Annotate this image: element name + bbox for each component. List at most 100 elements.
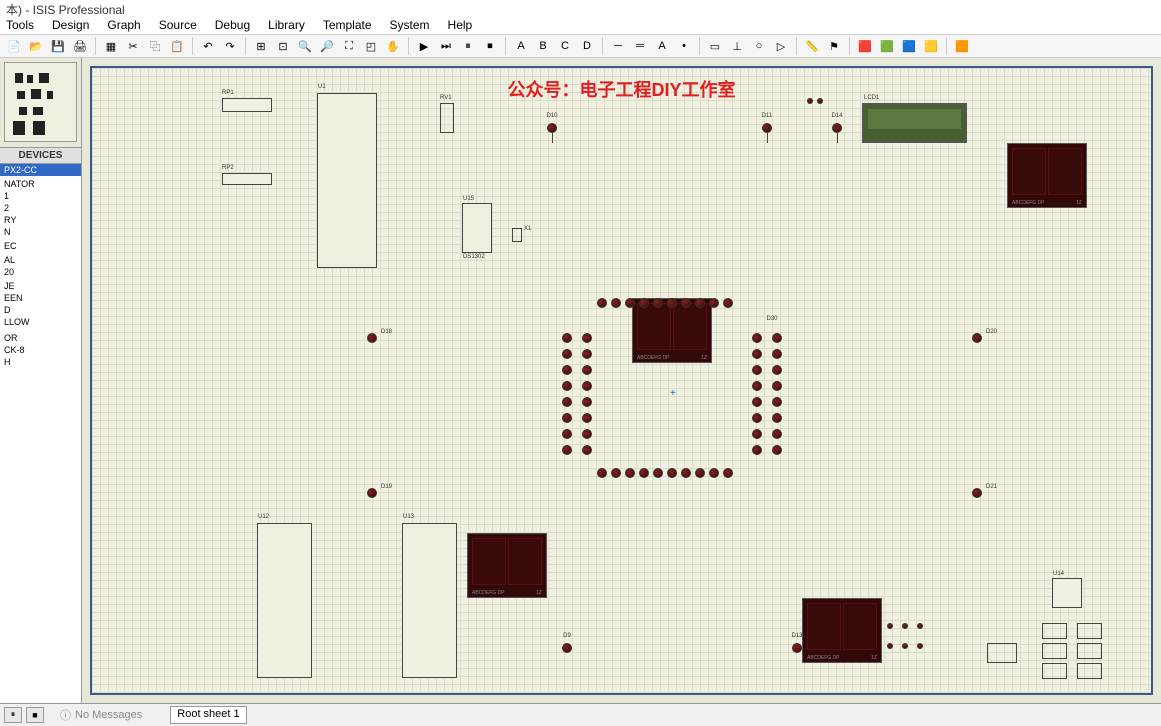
device-item[interactable]: LLOW	[0, 316, 81, 328]
component-d19[interactable]: D19	[367, 488, 377, 498]
menu-graph[interactable]: Graph	[107, 18, 140, 34]
component-d18[interactable]: D18	[367, 333, 377, 343]
sim-stop-icon[interactable]: ■	[26, 707, 44, 723]
toolbar-zoom-in-icon[interactable]: 🔍	[295, 36, 315, 56]
menu-template[interactable]: Template	[323, 18, 372, 34]
led-col-right2[interactable]	[772, 333, 782, 455]
menu-design[interactable]: Design	[52, 18, 89, 34]
component-d14[interactable]: D14	[832, 123, 842, 143]
menu-debug[interactable]: Debug	[215, 18, 250, 34]
toolbar-pin-icon[interactable]: ○	[749, 36, 769, 56]
schematic-sheet[interactable]: 公众号：电子工程DIY工作室 RP1 RP2 U1 RV1	[90, 66, 1153, 695]
status-sheet[interactable]: Root sheet 1	[170, 706, 246, 724]
toolbar-port-icon[interactable]: ▷	[771, 36, 791, 56]
component-d13[interactable]: D13	[792, 643, 802, 653]
toolbar-ruler-icon[interactable]: 📏	[802, 36, 822, 56]
device-item[interactable]: D	[0, 304, 81, 316]
toolbar-zoom-fit-icon[interactable]: ⛶	[339, 36, 359, 56]
device-item[interactable]: RY	[0, 214, 81, 226]
seven-seg-top-right[interactable]: ABCDEFG DP1Z	[1007, 143, 1087, 208]
toolbar-marker-icon[interactable]: ⚑	[824, 36, 844, 56]
menu-system[interactable]: System	[390, 18, 430, 34]
toolbar-print-icon[interactable]: 🖨	[70, 36, 90, 56]
device-item[interactable]: PX2-CC	[0, 164, 81, 176]
toolbar-copy-icon[interactable]: ⿻	[145, 36, 165, 56]
led-col-left2[interactable]	[582, 333, 592, 455]
toolbar-green-icon[interactable]: 🟩	[877, 36, 897, 56]
toolbar-undo-icon[interactable]: ↶	[198, 36, 218, 56]
component-u13[interactable]: U13	[402, 523, 457, 678]
device-list[interactable]: PX2-CCNATOR12RYNECAL20JEEENDLLOWORCK-8H	[0, 164, 81, 703]
component-d11[interactable]: D11	[762, 123, 772, 143]
component-rp2[interactable]: RP2	[222, 173, 272, 185]
gate-6[interactable]	[1077, 663, 1102, 679]
device-item[interactable]: 2	[0, 202, 81, 214]
device-item[interactable]: N	[0, 226, 81, 238]
toolbar-pan-icon[interactable]: ✋	[383, 36, 403, 56]
toolbar-area-icon[interactable]: ▦	[101, 36, 121, 56]
menu-help[interactable]: Help	[448, 18, 473, 34]
gate-u11[interactable]	[987, 643, 1017, 663]
led-col-left[interactable]	[562, 333, 572, 455]
toolbar-paste-icon[interactable]: 📋	[167, 36, 187, 56]
component-x1[interactable]: X1	[512, 228, 522, 242]
menu-library[interactable]: Library	[268, 18, 305, 34]
toolbar-save-icon[interactable]: 💾	[48, 36, 68, 56]
gate-4[interactable]	[1077, 623, 1102, 639]
led-row-bottom[interactable]	[597, 468, 733, 478]
component-lcd1[interactable]: LCD1	[862, 103, 967, 143]
toolbar-A-icon[interactable]: A	[511, 36, 531, 56]
component-d20[interactable]: D20	[972, 333, 982, 343]
toolbar-new-icon[interactable]: 📄	[4, 36, 24, 56]
led-small-5[interactable]	[902, 643, 908, 649]
menu-tools[interactable]: Tools	[6, 18, 34, 34]
toolbar-redo-icon[interactable]: ↷	[220, 36, 240, 56]
led-tiny-1[interactable]	[807, 98, 813, 104]
toolbar-orange-icon[interactable]: 🟧	[952, 36, 972, 56]
toolbar-bus-icon[interactable]: ═	[630, 36, 650, 56]
toolbar-red-icon[interactable]: 🟥	[855, 36, 875, 56]
device-item[interactable]: EEN	[0, 292, 81, 304]
led-tiny-2[interactable]	[817, 98, 823, 104]
device-item[interactable]: NATOR	[0, 178, 81, 190]
component-u14[interactable]: U14	[1052, 578, 1082, 608]
toolbar-C-icon[interactable]: C	[555, 36, 575, 56]
toolbar-zoom-out-icon[interactable]: 🔎	[317, 36, 337, 56]
toolbar-comp-icon[interactable]: ▭	[705, 36, 725, 56]
toolbar-open-icon[interactable]: 📂	[26, 36, 46, 56]
component-rp1[interactable]: RP1	[222, 98, 272, 112]
component-u15[interactable]: U15 DS1302	[462, 203, 492, 253]
led-small-2[interactable]	[902, 623, 908, 629]
led-small-4[interactable]	[887, 643, 893, 649]
device-item[interactable]: OR	[0, 332, 81, 344]
toolbar-step-icon[interactable]: ⏭	[436, 36, 456, 56]
seven-seg-center-left[interactable]: ABCDEFG DP1Z	[467, 533, 547, 598]
toolbar-yellow-icon[interactable]: 🟨	[921, 36, 941, 56]
sim-pause-icon[interactable]: ⏸	[4, 707, 22, 723]
led-small-1[interactable]	[887, 623, 893, 629]
device-item[interactable]: 1	[0, 190, 81, 202]
toolbar-label-icon[interactable]: A	[652, 36, 672, 56]
seven-seg-center-right[interactable]: ABCDEFG DP1Z	[802, 598, 882, 663]
component-rv1[interactable]: RV1	[440, 103, 454, 133]
device-item[interactable]: CK-8	[0, 344, 81, 356]
schematic-canvas[interactable]: 公众号：电子工程DIY工作室 RP1 RP2 U1 RV1	[82, 58, 1161, 703]
toolbar-B-icon[interactable]: B	[533, 36, 553, 56]
toolbar-stop-icon[interactable]: ⏹	[480, 36, 500, 56]
device-item[interactable]: AL	[0, 254, 81, 266]
led-row-top[interactable]	[597, 298, 733, 308]
toolbar-snap-icon[interactable]: ⊡	[273, 36, 293, 56]
toolbar-cut-icon[interactable]: ✂	[123, 36, 143, 56]
preview-pane[interactable]	[0, 58, 81, 148]
component-u12[interactable]: U12	[257, 523, 312, 678]
led-col-right[interactable]	[752, 333, 762, 455]
device-item[interactable]: JE	[0, 280, 81, 292]
component-u1[interactable]: U1	[317, 93, 377, 268]
gate-3[interactable]	[1042, 663, 1067, 679]
led-small-3[interactable]	[917, 623, 923, 629]
toolbar-grid-icon[interactable]: ⊞	[251, 36, 271, 56]
toolbar-junction-icon[interactable]: •	[674, 36, 694, 56]
toolbar-wire-icon[interactable]: ─	[608, 36, 628, 56]
menu-source[interactable]: Source	[159, 18, 197, 34]
component-d9[interactable]: D9	[562, 643, 572, 653]
